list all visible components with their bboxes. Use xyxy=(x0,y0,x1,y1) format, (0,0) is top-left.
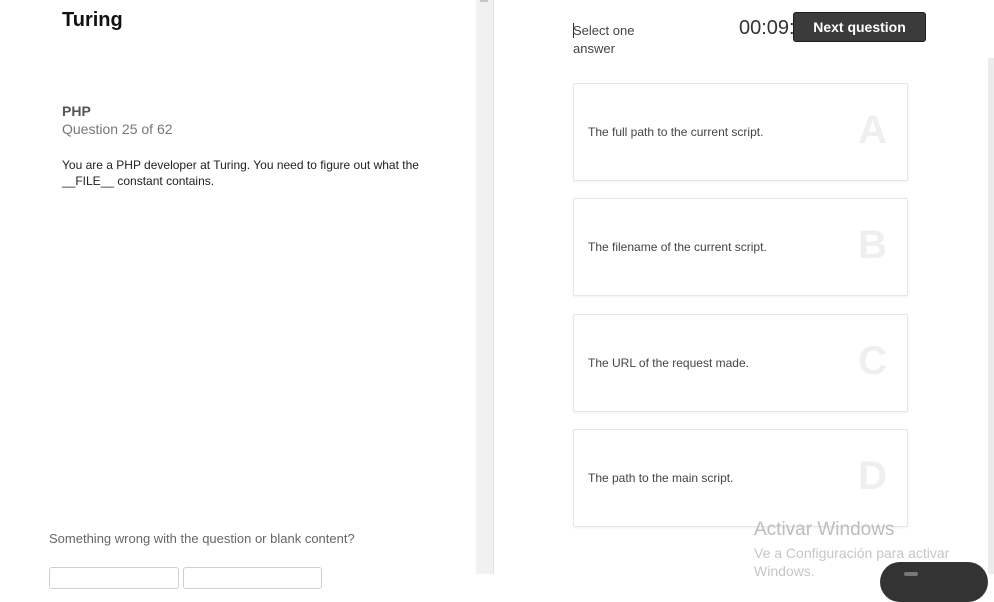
question-counter: Question 25 of 62 xyxy=(62,121,173,137)
answer-option-letter: C xyxy=(858,339,887,383)
question-panel: Turing PHP Question 25 of 62 You are a P… xyxy=(0,0,476,589)
answer-option-letter: D xyxy=(858,454,887,498)
question-topic: PHP xyxy=(62,103,91,119)
answer-option-letter: A xyxy=(858,108,887,152)
answer-option-b[interactable]: The filename of the current script. B xyxy=(573,198,908,296)
answer-option-a[interactable]: The full path to the current script. A xyxy=(573,83,908,181)
chat-icon xyxy=(904,572,918,576)
answer-option-c[interactable]: The URL of the request made. C xyxy=(573,314,908,412)
report-button-1[interactable] xyxy=(49,567,179,589)
chat-widget-button[interactable] xyxy=(880,562,988,602)
answer-option-letter: B xyxy=(858,223,887,267)
answer-option-text: The path to the main script. xyxy=(588,471,734,485)
answer-option-text: The filename of the current script. xyxy=(588,240,767,254)
answer-option-text: The URL of the request made. xyxy=(588,356,749,370)
report-button-2[interactable] xyxy=(183,567,322,589)
question-text: You are a PHP developer at Turing. You n… xyxy=(62,158,419,188)
countdown-timer: 00:09: xyxy=(739,17,795,39)
answer-option-d[interactable]: The path to the main script. D xyxy=(573,429,908,527)
answer-panel-scrollbar[interactable] xyxy=(988,58,994,574)
next-question-button[interactable]: Next question xyxy=(793,12,926,42)
windows-activation-title: Activar Windows xyxy=(754,519,895,540)
answer-option-text: The full path to the current script. xyxy=(588,125,764,139)
resize-notch xyxy=(480,0,488,2)
panel-resize-handle[interactable] xyxy=(476,0,493,574)
report-issue-prompt: Something wrong with the question or bla… xyxy=(49,531,355,546)
brand-logo: Turing xyxy=(62,9,123,31)
select-instruction: Select one answer xyxy=(573,23,635,56)
